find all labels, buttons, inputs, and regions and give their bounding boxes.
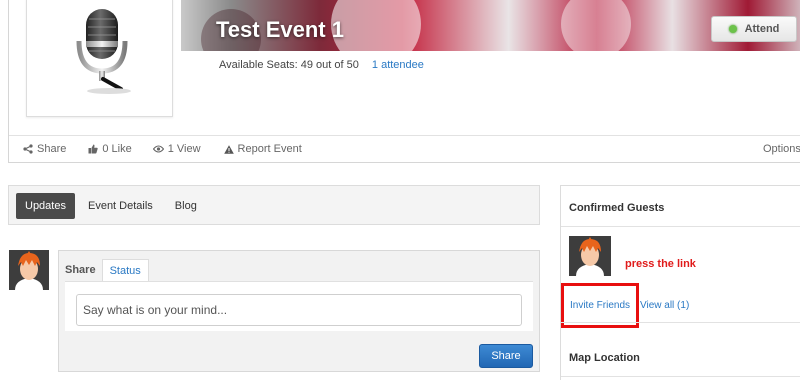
- tab-blog[interactable]: Blog: [166, 193, 206, 219]
- divider: [561, 376, 800, 377]
- seats-text: Available Seats: 49 out of 50: [219, 59, 359, 71]
- event-image: [26, 0, 173, 117]
- warning-icon: [223, 144, 234, 154]
- thumbs-up-icon: [88, 144, 99, 154]
- share-action[interactable]: Share: [23, 143, 66, 155]
- divider: [561, 226, 800, 227]
- share-button[interactable]: Share: [479, 344, 533, 368]
- guest-avatar-image: [576, 237, 604, 276]
- tab-updates[interactable]: Updates: [16, 193, 75, 219]
- divider: [561, 322, 800, 323]
- view-count: 1 View: [152, 143, 201, 155]
- report-event-label: Report Event: [237, 143, 302, 155]
- share-action-label: Share: [37, 143, 67, 155]
- tab-status[interactable]: Status: [101, 259, 149, 281]
- like-count-label: 0 Like: [102, 143, 132, 155]
- share-input-area: [65, 281, 533, 331]
- report-event-action[interactable]: Report Event: [223, 143, 302, 155]
- attendee-count-link[interactable]: 1 attendee: [372, 59, 424, 71]
- event-tabs-panel: Updates Event Details Blog: [8, 185, 540, 225]
- guest-avatar[interactable]: [569, 236, 611, 276]
- event-tabs: Updates Event Details Blog: [16, 193, 206, 219]
- green-dot-icon: [728, 25, 737, 33]
- map-location-title: Map Location: [569, 352, 640, 364]
- status-input[interactable]: [76, 294, 522, 326]
- event-page: Test Event 1 Attend Available Seats: 49 …: [0, 0, 800, 380]
- attend-label: Attend: [744, 23, 780, 35]
- confirmed-guests-card: Confirmed Guests press the link Invite F…: [560, 185, 800, 380]
- share-panel: Share Status Share: [58, 250, 540, 372]
- share-icon: [23, 144, 33, 154]
- tab-event-details[interactable]: Event Details: [79, 193, 162, 219]
- view-all-guests-link[interactable]: View all (1): [640, 300, 689, 311]
- event-action-bar: Share 0 Like 1 View Report Event Options: [9, 135, 800, 162]
- microphone-icon: [76, 9, 131, 94]
- eye-icon: [152, 145, 164, 153]
- user-avatar: [9, 250, 49, 290]
- user-avatar-image: [15, 251, 43, 290]
- view-count-label: 1 View: [167, 143, 201, 155]
- share-tabs: Share Status: [65, 259, 149, 281]
- confirmed-guests-title: Confirmed Guests: [569, 202, 665, 214]
- press-the-link-annotation: press the link: [625, 258, 696, 270]
- event-title: Test Event 1: [216, 17, 344, 42]
- options-menu[interactable]: Options: [763, 143, 800, 155]
- share-label: Share: [65, 264, 96, 276]
- available-seats: Available Seats: 49 out of 50 1 attendee: [219, 59, 424, 71]
- attend-button[interactable]: Attend: [711, 16, 797, 42]
- like-action[interactable]: 0 Like: [88, 143, 132, 155]
